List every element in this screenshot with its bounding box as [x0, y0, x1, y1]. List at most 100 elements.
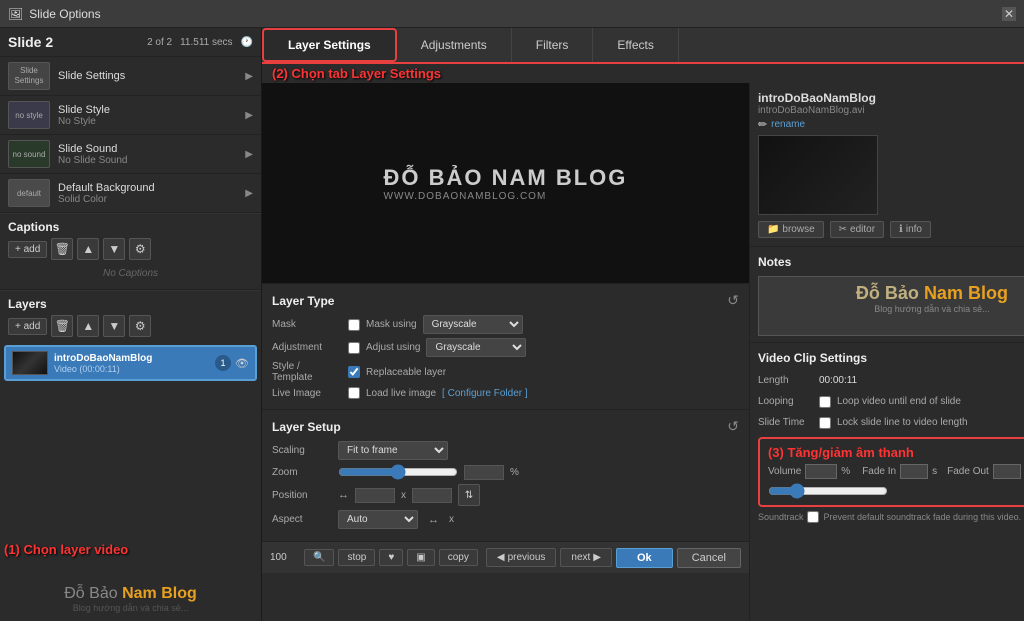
prevent-label: Prevent default soundtrack fade during t… — [823, 512, 1021, 522]
zoom-display: 100 — [270, 552, 300, 563]
mask-checkbox[interactable] — [348, 319, 360, 331]
slide-sound-item[interactable]: no sound Slide Sound No Slide Sound ▶ — [0, 135, 261, 174]
prev-icon: ◀ — [497, 552, 505, 563]
notes-body[interactable]: Đỗ Bảo Nam Blog Blog hướng dẫn và chia s… — [758, 276, 1024, 336]
layers-header: Layers + add 🗑 ▲ ▼ ⚙ — [0, 290, 261, 341]
live-image-checkbox[interactable] — [348, 387, 360, 399]
live-image-row: Live Image Load live image [ Configure F… — [272, 387, 739, 399]
layer-thumb-inner — [13, 352, 47, 374]
tab-layer-settings[interactable]: Layer Settings — [262, 28, 397, 62]
soundtrack-checkbox[interactable] — [807, 511, 819, 523]
arrow-icon-3: ▶ — [245, 149, 253, 160]
heart-button[interactable]: ♥ — [379, 549, 403, 566]
fade-in-input[interactable]: 0 — [900, 464, 928, 479]
vcs-header: Video Clip Settings ↺ — [758, 349, 1024, 366]
layer-type-reset[interactable]: ↺ — [727, 292, 739, 309]
next-icon: ▶ — [593, 552, 601, 563]
browse-button[interactable]: 📁 browse — [758, 221, 824, 238]
layers-delete-button[interactable]: 🗑 — [51, 315, 73, 337]
slide-header: Slide 2 2 of 2 11.511 secs 🕐 — [0, 28, 261, 57]
configure-link[interactable]: [ Configure Folder ] — [442, 388, 528, 399]
ok-button[interactable]: Ok — [616, 548, 673, 568]
copy-button[interactable]: copy — [439, 549, 478, 566]
notes-nam: Nam — [924, 283, 968, 303]
slide-duration: 11.511 secs — [180, 37, 232, 48]
zoom-magnify-btn[interactable]: 🔍 — [304, 549, 334, 566]
aspect-select[interactable]: Auto — [338, 510, 418, 529]
layers-up-button[interactable]: ▲ — [77, 315, 99, 337]
layer-type-section: Layer Type ↺ Mask Mask using Grayscale A… — [262, 283, 749, 409]
tab-effects[interactable]: Effects — [593, 28, 678, 62]
layers-settings-button[interactable]: ⚙ — [129, 315, 151, 337]
default-bg-badge: default — [8, 179, 50, 207]
arrow-icon: ▶ — [245, 71, 253, 82]
slide-style-item[interactable]: no style Slide Style No Style ▶ — [0, 96, 261, 135]
looping-label: Looping — [758, 396, 813, 407]
annotation-1: (1) Chọn layer video — [4, 542, 128, 557]
layer-setup-title: Layer Setup — [272, 420, 341, 434]
next-button[interactable]: next ▶ — [560, 548, 612, 567]
aspect-label: Aspect — [272, 514, 332, 525]
loop-label: Loop video until end of slide — [837, 396, 1024, 407]
slide-time-checkbox[interactable] — [819, 417, 831, 429]
title-bar: 🖼 Slide Options ✕ — [0, 0, 1024, 28]
notes-do: Đỗ — [856, 283, 885, 303]
layers-down-button[interactable]: ▼ — [103, 315, 125, 337]
layer-item-sub: Video (00:00:11) — [54, 364, 209, 374]
captions-down-button[interactable]: ▼ — [103, 238, 125, 260]
bottom-bar: 100 🔍 stop ♥ ▣ copy ◀ previous next ▶ — [262, 541, 749, 573]
stop-button[interactable]: stop — [338, 549, 375, 566]
close-button[interactable]: ✕ — [1002, 7, 1016, 21]
volume-slider[interactable] — [768, 483, 888, 499]
layer-item-text: introDoBaoNamBlog Video (00:00:11) — [54, 353, 209, 374]
video-clip-settings: Video Clip Settings ↺ Length 00:00:11 Tr… — [750, 343, 1024, 621]
adjustment-checkbox[interactable] — [348, 342, 360, 354]
editor-button[interactable]: ✂ editor — [830, 221, 884, 238]
default-bg-sub: Solid Color — [58, 194, 237, 205]
default-bg-item[interactable]: default Default Background Solid Color ▶ — [0, 174, 261, 213]
live-image-label: Live Image — [272, 388, 342, 399]
fade-out-input[interactable]: 0 — [993, 464, 1021, 479]
tab-filters[interactable]: Filters — [512, 28, 594, 62]
zoom-value-input[interactable]: 100 — [464, 465, 504, 480]
brand-do: Đỗ — [64, 585, 89, 602]
layers-add-button[interactable]: + add — [8, 318, 47, 335]
previous-button[interactable]: ◀ previous — [486, 548, 557, 567]
layer-visibility-icon[interactable]: 👁 — [235, 357, 249, 370]
file-filename: introDoBaoNamBlog.avi — [758, 105, 1024, 116]
slide-settings-item[interactable]: SlideSettings Slide Settings ▶ — [0, 57, 261, 96]
mask-label: Mask — [272, 319, 342, 330]
mask-select[interactable]: Grayscale — [423, 315, 523, 334]
layer-item[interactable]: introDoBaoNamBlog Video (00:00:11) 1 👁 — [4, 345, 257, 381]
scaling-label: Scaling — [272, 445, 332, 456]
captions-toolbar: + add 🗑 ▲ ▼ ⚙ — [8, 238, 253, 260]
volume-input[interactable]: 20 — [805, 464, 837, 479]
fade-in-label: Fade In — [862, 466, 896, 477]
captions-up-button[interactable]: ▲ — [77, 238, 99, 260]
scaling-select[interactable]: Fit to frame — [338, 441, 448, 460]
preview-title: ĐỖ BẢO NAM BLOG — [384, 165, 628, 191]
info-button[interactable]: ℹ info — [890, 221, 931, 238]
pos-y-input[interactable]: 0 — [412, 488, 452, 503]
captions-settings-button[interactable]: ⚙ — [129, 238, 151, 260]
captions-add-button[interactable]: + add — [8, 241, 47, 258]
notes-brand: Đỗ Bảo Nam Blog Blog hướng dẫn và chia s… — [765, 283, 1024, 314]
replaceable-checkbox[interactable] — [348, 366, 360, 378]
info-icon: ℹ — [899, 224, 903, 235]
rename-link[interactable]: rename — [771, 119, 805, 130]
adjust-select[interactable]: Grayscale — [426, 338, 526, 357]
cancel-button[interactable]: Cancel — [677, 548, 741, 568]
arrow-icon-4: ▶ — [245, 188, 253, 199]
pos-arrows: ↔ — [338, 489, 349, 501]
scaling-row: Scaling Fit to frame — [272, 441, 739, 460]
zoom-slider[interactable] — [338, 464, 458, 480]
soundtrack-row: Soundtrack Prevent default soundtrack fa… — [758, 511, 1024, 523]
pos-arrows-btn[interactable]: ⇅ — [458, 484, 480, 506]
layer-setup-reset[interactable]: ↺ — [727, 418, 739, 435]
looping-checkbox[interactable] — [819, 396, 831, 408]
tab-adjustments[interactable]: Adjustments — [397, 28, 512, 62]
pos-x-input[interactable]: 0 — [355, 488, 395, 503]
captions-delete-button[interactable]: 🗑 — [51, 238, 73, 260]
frame-button[interactable]: ▣ — [407, 549, 434, 566]
aspect-row: Aspect Auto ↔ x — [272, 510, 739, 529]
